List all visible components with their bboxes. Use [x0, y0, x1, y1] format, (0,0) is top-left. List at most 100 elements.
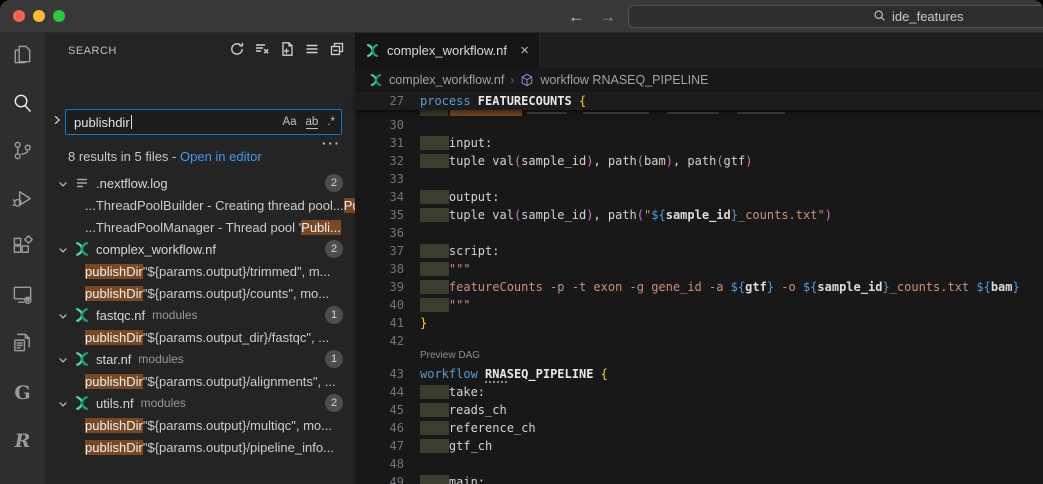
code-line-text: script: [420, 242, 499, 260]
close-window-button[interactable] [13, 10, 25, 22]
code-line-text: main: [420, 473, 485, 484]
breadcrumb-symbol[interactable]: workflow RNASEQ_PIPELINE [540, 73, 708, 87]
navigate-back-icon[interactable]: ← [568, 7, 585, 27]
code-line-text: """ [420, 296, 471, 314]
activity-r-extension-button[interactable]: R [0, 417, 45, 465]
code-line[interactable]: 40 """ [355, 296, 1043, 314]
code-line-text: take: [420, 383, 485, 401]
tab-complex-workflow[interactable]: complex_workflow.nf × [355, 33, 540, 68]
line-number: 46 [355, 419, 420, 437]
line-number: 48 [355, 455, 420, 473]
match-highlight: Publi... [301, 220, 341, 235]
line-number: 30 [355, 116, 420, 134]
code-line[interactable]: 34 output: [355, 188, 1043, 206]
chevron-down-icon[interactable] [57, 177, 69, 189]
log-file-icon [74, 175, 90, 191]
chevron-down-icon[interactable] [57, 353, 69, 365]
file-name: utils.nf [96, 396, 134, 411]
command-center-search-box[interactable]: ide_features [628, 5, 1043, 28]
search-input[interactable]: publishdir Aaab.* [65, 109, 342, 135]
search-result-row[interactable]: publishDir "${params.output_dir}/fastqc"… [45, 326, 355, 348]
code-line[interactable]: 37 script: [355, 242, 1043, 260]
refresh-icon[interactable] [229, 41, 245, 62]
code-line[interactable]: 43workflow RNASEQ_PIPELINE { [355, 365, 1043, 383]
code-line[interactable]: 35 tuple val(sample_id), path("${sample_… [355, 206, 1043, 224]
search-file-row[interactable]: fastqc.nfmodules1 [45, 304, 355, 326]
search-result-row[interactable]: publishDir "${params.output}/pipeline_in… [45, 436, 355, 458]
match-count-badge: 1 [325, 306, 343, 324]
activity-run-debug-button[interactable] [0, 177, 45, 225]
search-file-row[interactable]: utils.nfmodules2 [45, 392, 355, 414]
code-line[interactable]: 41} [355, 314, 1043, 332]
activity-bottom-partial-button[interactable] [0, 465, 45, 484]
activity-gitlens-button[interactable]: G [0, 369, 45, 417]
activity-source-control-button[interactable] [0, 129, 45, 177]
regex-toggle[interactable]: .* [327, 116, 335, 128]
line-number: 44 [355, 383, 420, 401]
code-line[interactable]: 39 featureCounts -p -t exon -g gene_id -… [355, 278, 1043, 296]
code-line[interactable]: 49 main: [355, 473, 1043, 484]
match-case-toggle[interactable]: Aa [282, 116, 296, 128]
tab-close-icon[interactable]: × [520, 42, 529, 59]
code-line[interactable]: 45 reads_ch [355, 401, 1043, 419]
match-count-badge: 2 [325, 394, 343, 412]
code-line[interactable]: 46 reference_ch [355, 419, 1043, 437]
search-result-row[interactable]: publishDir "${params.output}/alignments"… [45, 370, 355, 392]
search-result-row[interactable]: ...ThreadPoolBuilder - Creating thread p… [45, 194, 355, 216]
codelens-preview-dag[interactable]: Preview DAG [420, 347, 480, 365]
file-name: star.nf [96, 352, 131, 367]
search-file-row[interactable]: star.nfmodules1 [45, 348, 355, 370]
maximize-window-button[interactable] [53, 10, 65, 22]
line-number: 39 [355, 278, 420, 296]
code-line[interactable]: 30 [355, 116, 1043, 134]
whole-word-toggle[interactable]: ab [306, 116, 319, 129]
search-result-row[interactable]: ...ThreadPoolManager - Thread pool 'Publ… [45, 216, 355, 238]
remote-explorer-icon [11, 283, 34, 311]
search-result-row[interactable]: publishDir "${params.output}/counts", mo… [45, 282, 355, 304]
code-line[interactable]: 31 input: [355, 134, 1043, 152]
collapse-all-icon[interactable] [329, 41, 345, 62]
breadcrumb-file[interactable]: complex_workflow.nf [389, 73, 504, 87]
line-number: 49 [355, 473, 420, 484]
search-file-row[interactable]: complex_workflow.nf2 [45, 238, 355, 260]
activity-explorer-button[interactable] [0, 33, 45, 81]
code-line[interactable]: 44 take: [355, 383, 1043, 401]
app-window: ← → ide_features GR SEARCH publishdir Aa… [0, 0, 1043, 484]
minimize-window-button[interactable] [33, 10, 45, 22]
activity-search-button[interactable] [0, 81, 45, 129]
navigate-forward-icon[interactable]: → [599, 7, 616, 27]
activity-remote-explorer-button[interactable] [0, 273, 45, 321]
open-new-search-editor-icon[interactable] [279, 41, 295, 62]
chevron-down-icon[interactable] [57, 397, 69, 409]
activity-live-preview-button[interactable] [0, 321, 45, 369]
code-line-text: """ [420, 260, 471, 278]
code-area[interactable]: 27process FEATURECOUNTS { 3031 input:32 … [355, 92, 1043, 484]
search-result-row[interactable]: publishDir "${params.output}/trimmed", m… [45, 260, 355, 282]
open-in-editor-link[interactable]: Open in editor [180, 149, 262, 164]
explorer-icon [11, 43, 34, 71]
view-as-list-icon[interactable] [304, 41, 320, 62]
activity-extensions-button[interactable] [0, 225, 45, 273]
search-details-toggle[interactable]: ··· [322, 136, 341, 151]
magnifier-icon [873, 9, 886, 25]
code-line[interactable]: 38 """ [355, 260, 1043, 278]
toggle-replace-chevron-icon[interactable] [51, 113, 63, 131]
sticky-scroll-line[interactable]: 27process FEATURECOUNTS { [355, 92, 1043, 110]
clear-results-icon[interactable] [254, 41, 270, 62]
file-dir: modules [152, 308, 197, 322]
search-file-row[interactable]: .nextflow.log2 [45, 172, 355, 194]
line-number: 42 [355, 332, 420, 350]
code-line[interactable]: 47 gtf_ch [355, 437, 1043, 455]
code-line[interactable]: 33 [355, 170, 1043, 188]
file-dir: modules [138, 352, 183, 366]
chevron-down-icon[interactable] [57, 309, 69, 321]
tab-label: complex_workflow.nf [387, 43, 507, 58]
code-line[interactable]: 48 [355, 455, 1043, 473]
search-result-row[interactable]: publishDir "${params.output}/multiqc", m… [45, 414, 355, 436]
code-line[interactable]: 36 [355, 224, 1043, 242]
gitlens-icon: G [14, 382, 30, 404]
code-line[interactable]: 32 tuple val(sample_id), path(bam), path… [355, 152, 1043, 170]
nextflow-icon [74, 241, 90, 257]
chevron-down-icon[interactable] [57, 243, 69, 255]
live-preview-icon [11, 331, 34, 359]
